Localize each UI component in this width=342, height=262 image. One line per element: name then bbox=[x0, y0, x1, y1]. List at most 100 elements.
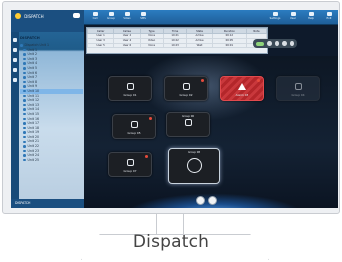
unit-icon bbox=[23, 99, 26, 102]
table-cell: 10:23 bbox=[162, 42, 188, 49]
toolbar-button-label: Call bbox=[92, 17, 98, 20]
unit-icon bbox=[23, 85, 26, 88]
table-cell: Wait bbox=[186, 42, 213, 49]
unit-icon bbox=[23, 145, 26, 148]
toolbar-button-label: User bbox=[290, 17, 296, 20]
caption: Dispatch bbox=[132, 232, 210, 252]
tile-label: Group 01 bbox=[123, 93, 137, 97]
toolbar-button[interactable]: Exit bbox=[322, 12, 336, 23]
tile-title: Group 06 bbox=[181, 115, 195, 118]
settings-icon[interactable] bbox=[13, 78, 17, 82]
toolbar-button[interactable]: Settings bbox=[268, 12, 282, 23]
toolbar-button[interactable]: Video bbox=[120, 12, 134, 23]
toolbar-button[interactable]: Call bbox=[88, 12, 102, 23]
dispatch-canvas: Group 01 Group 02 Alarm 03 Group 04 Group 05… bbox=[84, 56, 338, 208]
talkgroup-tile[interactable]: Alarm 03 bbox=[220, 76, 264, 101]
notification-badge bbox=[257, 79, 260, 82]
tile-label: Group 02 bbox=[179, 93, 193, 97]
toolbar-button-label: Help bbox=[308, 17, 314, 20]
toolbar-button-label: Settings bbox=[269, 17, 281, 20]
app-header: DISPATCH bbox=[11, 10, 84, 32]
talkgroup-tile[interactable]: Group 06 bbox=[166, 112, 210, 137]
transfer-button[interactable] bbox=[282, 41, 287, 46]
clock-icon bbox=[184, 119, 192, 126]
unit-icon bbox=[23, 62, 26, 65]
table-cell: 00:01 bbox=[211, 42, 247, 49]
toolbar-button-label: Exit bbox=[326, 17, 332, 20]
toolbar-button-label: Video bbox=[123, 17, 131, 20]
tree-title: DISPATCH bbox=[20, 36, 40, 40]
tile-label: Group 07 bbox=[123, 169, 137, 173]
record-icon[interactable] bbox=[13, 68, 17, 72]
table-row[interactable]: User 5 User 6 Voice 10:23 Wait 00:01 bbox=[86, 42, 268, 49]
speaker-icon bbox=[126, 83, 134, 90]
map-icon[interactable] bbox=[13, 48, 17, 52]
app-title: DISPATCH bbox=[24, 13, 44, 19]
talkgroup-tile[interactable]: Group 07 bbox=[108, 152, 152, 177]
notification-badge bbox=[201, 79, 204, 82]
speaker-icon bbox=[126, 159, 134, 166]
hold-button[interactable] bbox=[274, 41, 280, 46]
tree-item-label: Unit 25 bbox=[27, 157, 40, 162]
talkgroup-tile[interactable]: Group 04 bbox=[276, 76, 320, 101]
toolbar-button-label: SMS bbox=[140, 17, 146, 20]
unit-tree: DISPATCH Dispatch Unit 1 Unit 1 Unit 2 Unit… bbox=[20, 36, 83, 162]
home-icon[interactable] bbox=[13, 38, 17, 42]
notification-badge bbox=[149, 117, 152, 120]
unit-icon bbox=[23, 112, 26, 116]
talkgroup-tile[interactable]: Group 01 bbox=[108, 76, 152, 101]
dock-right-button[interactable] bbox=[208, 196, 217, 205]
toolbar-button[interactable]: SMS bbox=[136, 12, 150, 23]
unit-icon bbox=[23, 117, 26, 121]
hangup-button[interactable] bbox=[289, 41, 294, 46]
tree-item[interactable]: Unit 25 bbox=[20, 158, 83, 163]
screen: DISPATCH DISPATCH Dispatch Unit 1 Unit 1U… bbox=[11, 10, 338, 208]
unit-icon bbox=[23, 122, 26, 125]
group-icon bbox=[108, 12, 114, 16]
tile-label: Group 04 bbox=[291, 93, 305, 97]
dock bbox=[196, 196, 217, 205]
unit-icon bbox=[23, 140, 26, 144]
unit-icon bbox=[23, 67, 26, 70]
toolbar-button[interactable]: Group bbox=[104, 12, 118, 23]
unit-icon bbox=[23, 89, 26, 93]
unit-icon bbox=[23, 57, 26, 61]
talkgroup-tile[interactable]: Group 02 bbox=[164, 76, 208, 101]
unit-icon bbox=[23, 71, 26, 75]
video-icon bbox=[124, 12, 130, 16]
unit-icon bbox=[23, 48, 26, 52]
talkgroup-tile[interactable]: Group 05 bbox=[112, 114, 156, 139]
unit-icon bbox=[23, 76, 26, 79]
toolbar-button[interactable]: User bbox=[286, 12, 300, 23]
user-icon bbox=[290, 12, 296, 16]
exit-icon bbox=[326, 12, 332, 16]
unit-icon bbox=[23, 149, 26, 153]
talkgroup-tile[interactable]: Group 08 bbox=[168, 148, 220, 184]
dock-left-button[interactable] bbox=[196, 196, 205, 205]
message-icon bbox=[140, 12, 146, 16]
nav-rail bbox=[11, 32, 19, 208]
unit-icon bbox=[23, 131, 26, 134]
table-cell: User 6 bbox=[113, 42, 141, 49]
toolbar-button-label: Group bbox=[107, 17, 115, 20]
unit-icon bbox=[23, 158, 26, 162]
mute-button[interactable] bbox=[267, 41, 272, 46]
notification-badge bbox=[145, 155, 148, 158]
unit-icon bbox=[23, 135, 26, 139]
target-icon bbox=[186, 158, 202, 173]
speaker-icon bbox=[130, 121, 138, 128]
collapse-button[interactable] bbox=[73, 13, 80, 18]
left-sidebar: DISPATCH DISPATCH Dispatch Unit 1 Unit 1U… bbox=[11, 10, 84, 208]
unit-icon bbox=[23, 126, 26, 130]
monitor-frame: DISPATCH DISPATCH Dispatch Unit 1 Unit 1U… bbox=[2, 1, 340, 214]
warning-icon bbox=[238, 83, 246, 90]
unit-icon bbox=[23, 94, 26, 98]
tile-title: Group 08 bbox=[187, 151, 201, 154]
contacts-icon[interactable] bbox=[13, 58, 17, 62]
unit-icon bbox=[23, 53, 26, 56]
toolbar-button[interactable]: Help bbox=[304, 12, 318, 23]
unit-icon bbox=[23, 80, 26, 84]
call-grid: Caller Callee Type Time State Duration Note Us… bbox=[86, 27, 268, 54]
unit-icon bbox=[20, 44, 23, 47]
toolbar: Call Group Video SMS Settings User Help Exit bbox=[84, 10, 338, 25]
